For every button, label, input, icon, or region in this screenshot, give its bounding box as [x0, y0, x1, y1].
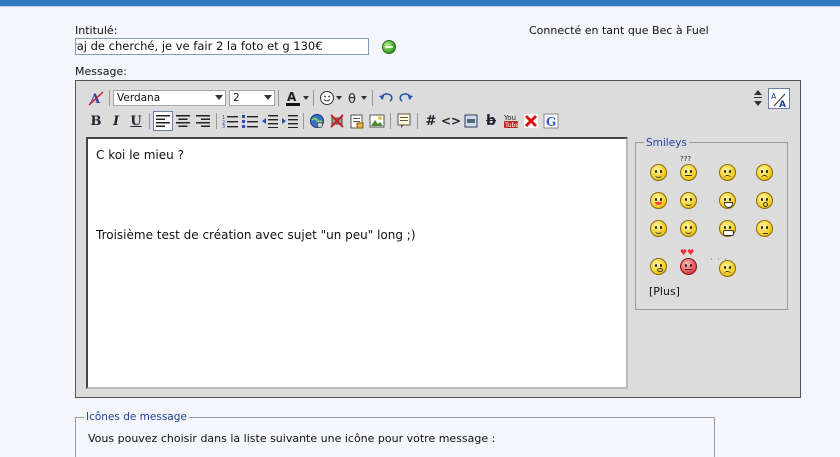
toolbar-separator — [390, 113, 391, 129]
unordered-list-icon[interactable] — [240, 111, 260, 131]
resize-editor-icon[interactable] — [748, 88, 768, 108]
font-family-select[interactable]: Verdana — [113, 90, 226, 106]
smileys-more-link[interactable]: [Plus] — [649, 285, 680, 298]
message-textarea[interactable]: C koi le mieu ? Troisième test de créati… — [86, 137, 628, 389]
message-icons-fieldset: Icônes de message Vous pouvez choisir da… — [75, 411, 715, 457]
insert-quote-icon[interactable] — [394, 111, 414, 131]
remove-link-icon[interactable] — [327, 111, 347, 131]
align-left-icon[interactable] — [153, 111, 173, 131]
smiley-cool-icon[interactable] — [680, 220, 697, 237]
smiley-angry-icon[interactable] — [719, 164, 736, 181]
indent-icon[interactable] — [280, 111, 300, 131]
svg-text:A: A — [771, 92, 777, 101]
italic-icon[interactable]: I — [106, 111, 126, 131]
smileys-panel: Smileys ??? ♥♥ · · · [Plus] — [635, 137, 788, 310]
top-divider — [0, 6, 840, 7]
redo-icon[interactable] — [396, 88, 416, 108]
text-color-icon[interactable]: A — [282, 88, 310, 108]
align-center-icon[interactable] — [173, 111, 193, 131]
insert-image-icon[interactable] — [367, 111, 387, 131]
ordered-list-icon[interactable]: 123 — [220, 111, 240, 131]
globe-icon[interactable] — [382, 40, 396, 54]
smiley-question-label: ??? — [680, 155, 692, 163]
subject-value: raj de cherché, je ve fair 2 la foto et … — [75, 39, 323, 53]
underline-icon[interactable]: U — [126, 111, 146, 131]
toolbar-row-1: A Verdana 2 A θ — [86, 88, 416, 108]
smiley-crying-icon[interactable] — [719, 260, 736, 277]
smiley-eek-icon[interactable] — [756, 192, 773, 209]
special-char-icon[interactable]: θ — [343, 88, 369, 108]
delete-icon[interactable] — [521, 111, 541, 131]
svg-text:θ: θ — [348, 92, 356, 106]
toolbar-separator — [216, 113, 217, 129]
toolbar-separator — [109, 90, 110, 106]
smiley-sad-icon[interactable] — [756, 164, 773, 181]
remove-format-icon[interactable]: A — [86, 88, 106, 108]
svg-text:3: 3 — [222, 124, 225, 128]
font-size-value: 2 — [233, 92, 240, 104]
connected-as-text: Connecté en tant que Bec à Fuel — [529, 24, 709, 37]
svg-text:You: You — [503, 114, 516, 122]
svg-text:G: G — [546, 115, 556, 129]
bold-icon[interactable]: B — [86, 111, 106, 131]
outdent-icon[interactable] — [260, 111, 280, 131]
message-label: Message: — [75, 65, 127, 78]
toggle-wysiwyg-icon[interactable]: AA — [768, 88, 790, 109]
google-icon[interactable]: G — [541, 111, 561, 131]
smiley-laugh-icon[interactable] — [719, 192, 736, 209]
smileys-legend: Smileys — [644, 137, 689, 149]
toolbar-separator — [313, 90, 314, 106]
insert-media-icon[interactable] — [461, 111, 481, 131]
message-line-2: Troisième test de création avec sujet "u… — [96, 228, 416, 242]
svg-text:A: A — [779, 100, 786, 108]
font-family-value: Verdana — [117, 92, 161, 104]
insert-link-icon[interactable] — [307, 111, 327, 131]
smiley-wink-icon[interactable] — [680, 192, 697, 209]
hearts-icon: ♥♥ — [680, 248, 695, 257]
youtube-icon[interactable]: You Tube — [501, 111, 521, 131]
message-icons-legend: Icônes de message — [84, 411, 189, 423]
emoticon-menu-icon[interactable] — [317, 88, 343, 108]
toolbar-separator — [372, 90, 373, 106]
smiley-sleepy-icon[interactable] — [756, 220, 773, 237]
insert-anchor-icon[interactable] — [347, 111, 367, 131]
toolbar-separator — [303, 113, 304, 129]
subject-label: Intitulé: — [75, 24, 118, 37]
hashtag-icon[interactable]: # — [421, 111, 441, 131]
smiley-confused-icon[interactable] — [680, 164, 697, 181]
svg-text:A: A — [287, 90, 297, 104]
smiley-roll-eyes-icon[interactable] — [650, 220, 667, 237]
smiley-tongue-icon[interactable] — [650, 192, 667, 209]
svg-text:Tube: Tube — [504, 122, 519, 129]
smiley-grin-icon[interactable] — [719, 220, 736, 237]
message-icons-description: Vous pouvez choisir dans la liste suivan… — [88, 432, 496, 445]
smiley-happy-icon[interactable] — [650, 164, 667, 181]
toolbar-separator — [417, 113, 418, 129]
smiley-surprised-icon[interactable] — [650, 258, 667, 275]
toolbar-separator — [278, 90, 279, 106]
insert-code-icon[interactable]: <> — [441, 111, 461, 131]
strikethrough-icon[interactable]: b — [481, 111, 501, 131]
message-line-1: C koi le mieu ? — [96, 148, 184, 162]
subject-input[interactable]: raj de cherché, je ve fair 2 la foto et … — [75, 38, 369, 55]
smiley-love-icon[interactable] — [680, 258, 697, 275]
toolbar-separator — [149, 113, 150, 129]
toolbar-row-2: B I U 123 # <> b You Tube G — [86, 111, 561, 131]
undo-icon[interactable] — [376, 88, 396, 108]
align-right-icon[interactable] — [193, 111, 213, 131]
font-size-select[interactable]: 2 — [229, 90, 275, 106]
